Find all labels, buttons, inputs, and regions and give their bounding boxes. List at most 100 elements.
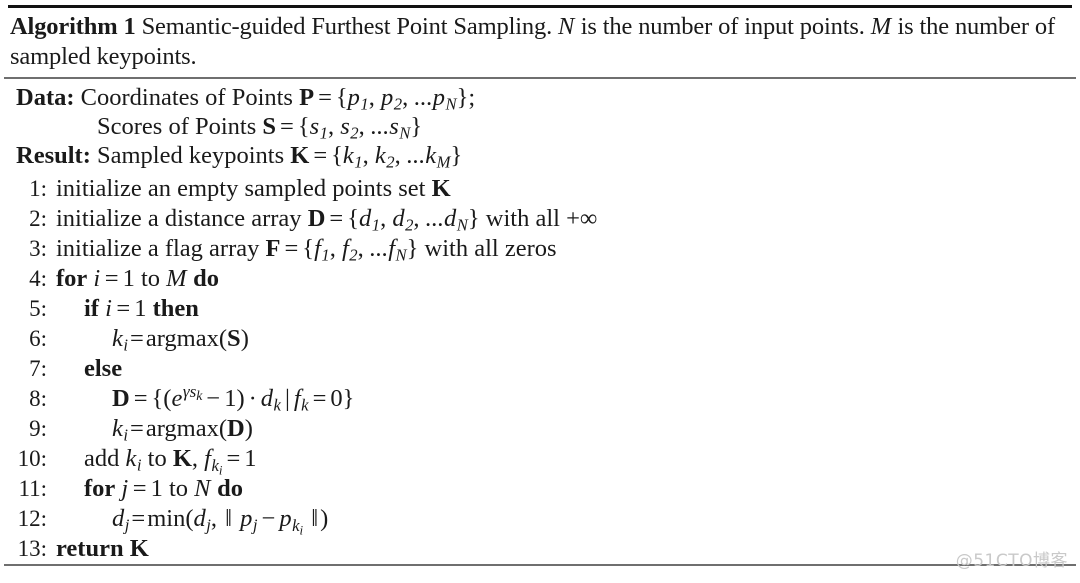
step-number: 3: bbox=[29, 236, 47, 261]
keyword-else: else bbox=[84, 355, 123, 382]
table-row: 3: initialize a flag array F = {f1, f2, ..… bbox=[0, 234, 1080, 264]
step-infinity: +∞ bbox=[566, 205, 598, 232]
flag-sub-base: k bbox=[211, 455, 219, 475]
step-number: 12: bbox=[17, 506, 47, 531]
table-row: 10: add ki to K, fki = 1 bbox=[0, 444, 1080, 476]
step-number: 1: bbox=[29, 176, 47, 201]
distance-var: d bbox=[193, 505, 206, 532]
function-name: min bbox=[147, 505, 186, 532]
scores-sub-2: N bbox=[399, 123, 411, 143]
step-symbol-d: D bbox=[307, 205, 326, 232]
step-number: 4: bbox=[29, 266, 47, 291]
comma-separator: , bbox=[191, 445, 205, 472]
step-content: initialize an empty sampled points set K bbox=[56, 174, 1080, 204]
keyword-then: then bbox=[152, 295, 199, 322]
result-elem-2: ...k bbox=[406, 142, 437, 169]
watermark: @51CTO博客 bbox=[955, 551, 1068, 571]
data-elem-2: ...p bbox=[414, 84, 445, 111]
distance-var: d bbox=[260, 385, 274, 412]
keyword-do: do bbox=[193, 265, 220, 292]
data-sub-0: 1 bbox=[360, 94, 369, 114]
result-equals: = bbox=[313, 142, 328, 169]
title-var-m: M bbox=[870, 13, 891, 40]
algorithm-steps: 1: initialize an empty sampled points se… bbox=[0, 172, 1080, 564]
scores-sub-0: 1 bbox=[319, 123, 328, 143]
dot-operator: · bbox=[248, 385, 257, 412]
scores-elem-2: ...s bbox=[370, 113, 399, 140]
flag-sub: k bbox=[301, 395, 309, 415]
step-equals: = bbox=[132, 475, 147, 502]
step-number: 5: bbox=[29, 296, 47, 321]
step-sub-2: N bbox=[456, 215, 468, 235]
table-row: 12: dj=min(dj, ‖ pj − pki ‖) bbox=[0, 504, 1080, 538]
point-var: p bbox=[240, 505, 253, 532]
step-content: else bbox=[56, 354, 1080, 384]
bottom-rule bbox=[4, 564, 1076, 566]
io-block: Data: Coordinates of Points P = {p1, p2, .… bbox=[0, 79, 1080, 172]
step-symbol-k: K bbox=[431, 175, 451, 202]
scores-elem-0: s bbox=[309, 113, 320, 140]
keyword-do: do bbox=[217, 475, 243, 502]
function-arg: S bbox=[227, 325, 241, 352]
zero-literal: 0 bbox=[330, 385, 343, 412]
table-row: 4: for i = 1 to M do bbox=[0, 264, 1080, 294]
data-description: Coordinates of Points bbox=[74, 84, 300, 111]
function-name: argmax bbox=[145, 415, 219, 442]
step-sub-1: 2 bbox=[349, 245, 358, 265]
step-text: initialize a flag array bbox=[56, 235, 266, 262]
loop-start: 1 bbox=[122, 265, 135, 292]
data-elem-0: p bbox=[347, 84, 360, 111]
flag-sub: ki bbox=[211, 455, 222, 476]
step-number: 10: bbox=[17, 446, 47, 471]
step-symbol-f: F bbox=[265, 235, 281, 262]
result-elem-0: k bbox=[342, 142, 354, 169]
function-name: argmax bbox=[145, 325, 219, 352]
step-content: dj=min(dj, ‖ pj − pki ‖) bbox=[112, 505, 329, 538]
one-literal: 1 bbox=[224, 385, 237, 412]
exp-gamma: γ bbox=[182, 382, 190, 402]
step-text-tail: with all zeros bbox=[418, 235, 557, 262]
step-equals: = bbox=[116, 295, 131, 322]
step-equals: = bbox=[133, 385, 148, 412]
step-content: D = {(eγsk −1) · dk | fk = 0} bbox=[112, 382, 355, 415]
data-elem-1: p bbox=[381, 84, 394, 111]
step-equals-2: = bbox=[312, 385, 327, 412]
return-symbol: K bbox=[129, 535, 149, 562]
algorithm-title: Algorithm 1 Semantic-guided Furthest Poi… bbox=[0, 8, 1080, 77]
distance-set-symbol: D bbox=[112, 385, 130, 412]
table-row: 13: return K bbox=[0, 534, 1080, 564]
step-elem-2: ...f bbox=[369, 235, 396, 262]
step-elem-1: d bbox=[392, 205, 405, 232]
scores-set-symbol: S bbox=[262, 113, 277, 140]
loop-start: 1 bbox=[150, 475, 163, 502]
table-row: 5: if i = 1 then bbox=[0, 294, 1080, 324]
scores-sub-1: 2 bbox=[350, 123, 359, 143]
step-content: initialize a flag array F = {f1, f2, ...fN… bbox=[56, 235, 557, 265]
result-line: Result: Sampled keypoints K = {k1, k2, ...… bbox=[16, 142, 463, 172]
point-k-var: p bbox=[279, 505, 292, 532]
data-sub-2: N bbox=[445, 94, 457, 114]
step-number: 11: bbox=[18, 476, 47, 501]
keyword-for: for bbox=[84, 475, 116, 502]
point-sub: j bbox=[252, 515, 258, 535]
norm-open: ‖ bbox=[225, 505, 233, 532]
data-equals: = bbox=[318, 84, 332, 111]
result-set-symbol: K bbox=[290, 142, 310, 169]
point-k-sub: ki bbox=[292, 516, 303, 536]
minus-operator: − bbox=[261, 505, 276, 532]
step-number: 9: bbox=[29, 416, 47, 441]
table-row: 11: for j = 1 to N do bbox=[0, 474, 1080, 504]
step-content: ki=argmax(D) bbox=[112, 415, 253, 445]
scores-description: Scores of Points bbox=[97, 113, 263, 140]
table-row: 8: D = {(eγsk −1) · dk | fk = 0} bbox=[0, 382, 1080, 415]
keyword-return: return bbox=[56, 535, 124, 562]
step-number: 7: bbox=[29, 356, 47, 381]
condition-value: 1 bbox=[134, 295, 147, 322]
data-line: Data: Coordinates of Points P = {p1, p2, .… bbox=[16, 84, 476, 114]
step-content: ki=argmax(S) bbox=[112, 325, 249, 355]
keypoint-set: K bbox=[172, 445, 192, 472]
assign-lhs: k bbox=[112, 415, 123, 442]
scores-elem-1: s bbox=[340, 113, 350, 140]
loop-var: j bbox=[121, 475, 129, 502]
keypoint-var: k bbox=[125, 445, 137, 472]
